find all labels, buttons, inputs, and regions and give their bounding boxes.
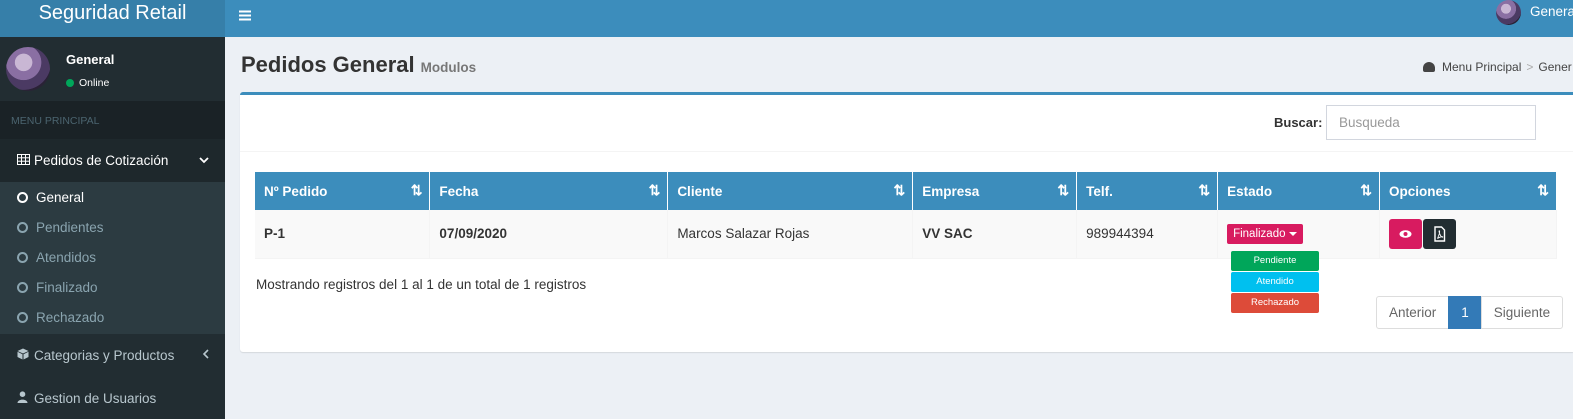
online-dot-icon [66,78,74,87]
subitem-label: Atendidos [36,250,97,265]
breadcrumb: Menu Principal > Gener [1423,60,1572,74]
sidebar-subitem-general[interactable]: General [0,183,225,213]
pagination: Anterior 1 Siguiente [1376,296,1564,329]
user-icon [17,378,31,419]
page-subtitle: Modulos [420,60,477,75]
column-header-cliente[interactable]: Cliente ⇅ [667,172,914,210]
orders-box: Buscar: Nº Pedido ⇅ Fecha ⇅ Cliente ⇅ Empre… [240,92,1573,352]
search-row: Buscar: [240,95,1573,152]
sidebar-subitem-rechazado[interactable]: Rechazado [0,303,225,333]
cell-telf: 989944394 [1076,210,1219,259]
circle-icon [17,252,28,263]
column-header-estado[interactable]: Estado ⇅ [1217,172,1381,210]
table-row: P-1 07/09/2020 Marcos Salazar Rojas VV S… [255,210,1557,259]
column-header-label: Nº Pedido [264,183,328,199]
orders-table: Nº Pedido ⇅ Fecha ⇅ Cliente ⇅ Empresa ⇅ Telf… [255,172,1557,259]
estado-dropdown-button[interactable]: Finalizado [1227,223,1303,244]
caret-down-icon [1288,231,1297,236]
chevron-left-icon [202,334,209,377]
page-title-text: Pedidos General [241,52,415,77]
user-avatar [6,47,50,91]
sidebar-item-label: Categorias y Productos [34,348,175,363]
cell-opciones [1379,210,1557,259]
circle-icon [17,222,28,233]
column-header-label: Cliente [677,183,723,199]
circle-icon [17,282,28,293]
pagination-page-button[interactable]: 1 [1448,296,1482,329]
sidebar-subitem-finalizado[interactable]: Finalizado [0,273,225,303]
dashboard-icon [1423,62,1435,72]
sort-icon: ⇅ [1360,182,1372,198]
circle-icon [17,312,28,323]
estado-dropdown-menu: Pendiente Atendido Rechazado [1231,251,1319,314]
circle-icon [17,192,28,203]
estado-option-rechazado[interactable]: Rechazado [1231,293,1319,313]
sidebar: General Online MENU PRINCIPAL Pedidos de… [0,37,225,419]
search-input[interactable] [1326,105,1536,140]
sort-icon: ⇅ [1537,182,1549,198]
pagination-prev-button[interactable]: Anterior [1376,296,1450,329]
sidebar-subitem-pendientes[interactable]: Pendientes [0,213,225,243]
column-header-fecha[interactable]: Fecha ⇅ [429,172,669,210]
column-header-telf[interactable]: Telf. ⇅ [1076,172,1219,210]
menu-section-header: MENU PRINCIPAL [0,101,225,139]
cell-cliente: Marcos Salazar Rojas [667,210,914,259]
brand-logo[interactable]: Seguridad Retail [0,0,225,37]
breadcrumb-item-current: Gener [1538,60,1572,74]
user-panel: General Online [0,37,225,101]
page-title: Pedidos General Modulos [241,52,476,78]
column-header-label: Empresa [922,183,980,199]
estado-option-pendiente[interactable]: Pendiente [1231,251,1319,271]
column-header-opciones[interactable]: Opciones ⇅ [1379,172,1557,210]
sort-icon: ⇅ [1198,182,1210,198]
pdf-button[interactable] [1423,218,1457,249]
hamburger-icon[interactable] [239,6,251,25]
subitem-label: Pendientes [36,220,104,235]
breadcrumb-item-menu-principal[interactable]: Menu Principal [1442,60,1521,74]
search-label: Buscar: [1274,115,1323,130]
estado-option-atendido[interactable]: Atendido [1231,272,1319,292]
sidebar-item-label: Pedidos de Cotización [34,153,169,168]
cube-icon [17,335,31,378]
table-header-row: Nº Pedido ⇅ Fecha ⇅ Cliente ⇅ Empresa ⇅ Telf… [255,172,1557,210]
table-info-text: Mostrando registros del 1 al 1 de un tot… [256,277,587,292]
cell-pedido: P-1 [255,210,431,259]
user-status-label: Online [79,77,110,89]
sidebar-item-pedidos-cotizacion[interactable]: Pedidos de Cotización [0,139,225,182]
cell-empresa: VV SAC [912,210,1078,259]
subitem-label: Rechazado [36,310,105,325]
column-header-empresa[interactable]: Empresa ⇅ [912,172,1078,210]
chevron-down-icon [199,139,209,182]
cell-fecha: 07/09/2020 [429,210,669,259]
pagination-next-button[interactable]: Siguiente [1480,296,1564,329]
column-header-label: Fecha [439,183,479,199]
eye-icon [1399,229,1412,238]
column-header-pedido[interactable]: Nº Pedido ⇅ [255,172,431,210]
table-icon [17,140,31,183]
breadcrumb-separator: > [1526,60,1534,74]
top-navbar: General [225,0,1573,37]
top-user-avatar[interactable] [1496,0,1521,25]
sidebar-item-categorias-productos[interactable]: Categorias y Productos [0,334,225,377]
estado-label: Finalizado [1233,227,1286,240]
sort-icon: ⇅ [893,182,905,198]
sidebar-user-name: General [66,52,115,67]
view-button[interactable] [1389,218,1423,249]
column-header-label: Estado [1227,183,1273,199]
sort-icon: ⇅ [648,182,661,198]
subitem-label: Finalizado [36,280,98,295]
sidebar-item-label: Gestion de Usuarios [34,391,157,406]
file-pdf-icon [1434,226,1446,242]
sidebar-item-gestion-usuarios[interactable]: Gestion de Usuarios [0,377,225,419]
subitem-label: General [36,190,85,205]
sort-icon: ⇅ [410,182,423,198]
submenu-pedidos: General Pendientes Atendidos Finalizado … [0,182,225,334]
top-user-name[interactable]: General [1530,4,1573,19]
column-header-label: Opciones [1389,183,1451,199]
sort-icon: ⇅ [1057,182,1069,198]
column-header-label: Telf. [1086,183,1113,199]
sidebar-subitem-atendidos[interactable]: Atendidos [0,243,225,273]
user-status: Online [66,77,109,89]
